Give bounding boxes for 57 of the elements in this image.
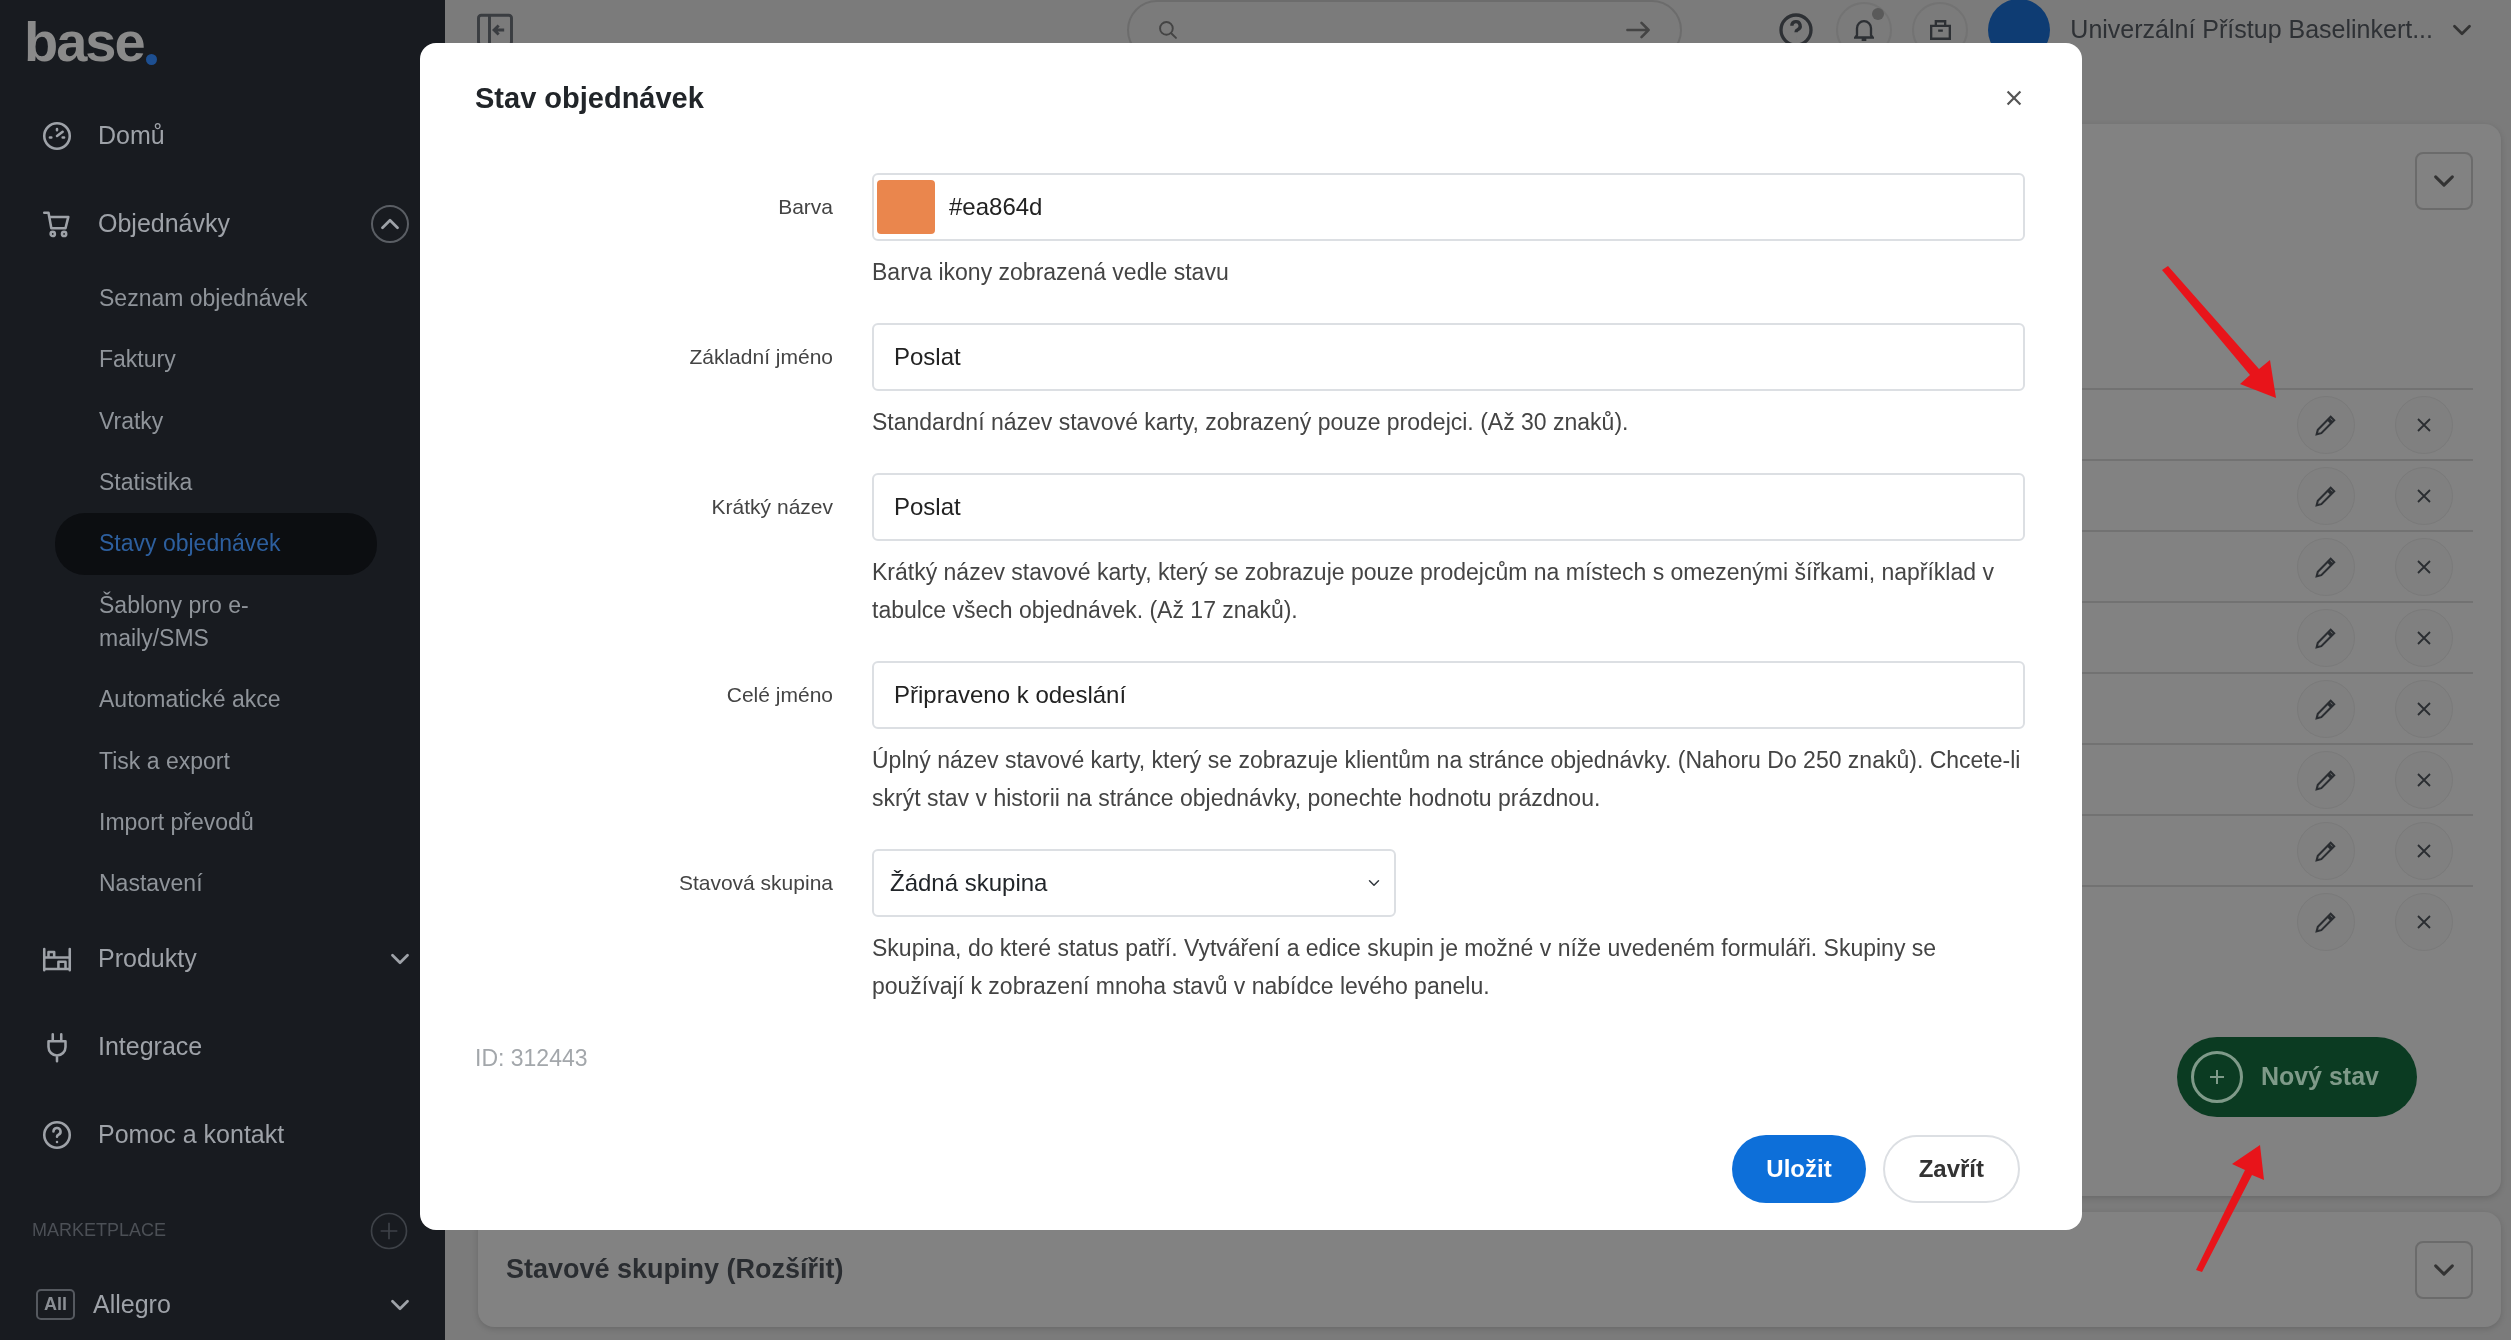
field-label: Základní jméno — [688, 344, 833, 370]
chevron-down-icon — [2434, 175, 2454, 187]
bell-icon — [1854, 19, 1875, 41]
logo-dot-icon — [145, 54, 157, 65]
box-icon — [1929, 20, 1951, 40]
sidebar-subitem[interactable]: Vratky — [55, 390, 377, 453]
help-text: Úplný název stavové karty, který se zobrazuje klientům na stránce objednávky. (Nahoru Do 250 znaků). Chcete-li skrýt stav v historii na stránce objednávky, ponechte hodnotu prázdnou. — [872, 746, 2022, 813]
arrow-right-icon — [1626, 21, 1650, 39]
sidebar-item[interactable]: Produkty — [98, 940, 367, 978]
modal-title: Stav objednávek — [475, 80, 704, 116]
help-text: Krátký název stavové karty, který se zobrazuje pouze prodejcům na místech s omezenými šířkami, například v tabulce všech objednávek. (Až 17 znaků). — [872, 558, 1995, 625]
help-text: Standardní název stavové karty, zobrazený pouze prodejci. (Až 30 znaků). — [872, 408, 1630, 437]
logo[interactable]: base — [24, 14, 144, 70]
plus-icon — [2190, 1051, 2243, 1103]
search-icon — [1159, 21, 1177, 39]
field-label: Celé jméno — [725, 682, 833, 708]
color-field[interactable]: #ea864d — [872, 173, 2025, 241]
color-swatch[interactable] — [877, 180, 935, 234]
chevron-down-icon[interactable] — [391, 1298, 409, 1311]
sidebar-subitem[interactable]: Šablony pro e-maily/SMS — [55, 574, 377, 670]
collapse-button[interactable] — [371, 205, 409, 243]
text-field[interactable]: Poslat — [872, 323, 2025, 391]
sidebar-subitem[interactable]: Automatické akce — [55, 669, 377, 731]
sidebar-subitem[interactable]: Import převodů — [55, 792, 377, 854]
close-button[interactable]: Zavřít — [1882, 1135, 2020, 1203]
sidebar-subitem[interactable]: Statistika — [55, 452, 377, 514]
select-field[interactable]: Žádná skupina — [872, 849, 1396, 917]
field-label: Krátký název — [710, 494, 833, 520]
field-label: Barva — [777, 194, 833, 220]
sidebar-item[interactable]: Domů — [98, 117, 409, 155]
sidebar-item[interactable]: Objednávky — [98, 205, 347, 243]
channel-badge: All — [36, 1289, 75, 1321]
text-field[interactable]: Připraveno k odeslání — [872, 661, 2025, 729]
sidebar-subitem[interactable]: Stavy objednávek — [55, 513, 377, 575]
sidebar-subitem[interactable]: Seznam objednávek — [55, 268, 377, 330]
sidebar-subitem[interactable]: Tisk a export — [55, 730, 377, 793]
sidebar-item[interactable]: Integrace — [98, 1028, 409, 1066]
help-text: Skupina, do které status patří. Vytváření a edice skupin je možné v níže uvedeném formuláři. Skupiny se používají k zobrazení mnoha stavů v nabídce levého panelu. — [872, 934, 1938, 1001]
sidebar-subitem[interactable]: Nastavení — [55, 853, 377, 915]
save-button[interactable]: Uložit — [1732, 1135, 1866, 1203]
chevron-down-icon[interactable] — [391, 952, 409, 965]
sidebar-subitem[interactable]: Faktury — [55, 329, 377, 391]
field-label: Stavová skupina — [677, 870, 833, 896]
chevron-up-icon — [381, 218, 399, 230]
sidebar-item[interactable]: Pomoc a kontakt — [98, 1116, 409, 1154]
section-title: Stavové skupiny (Rozšířit) — [506, 1253, 844, 1287]
sidebar-item[interactable]: Allegro — [93, 1286, 373, 1324]
chevron-down-icon — [2434, 1263, 2454, 1276]
help-text: Barva ikony zobrazená vedle stavu — [872, 258, 1230, 287]
new-status-button[interactable]: Nový stav — [2176, 1037, 2417, 1117]
expand-button[interactable] — [2415, 1240, 2473, 1299]
chevron-down-icon[interactable] — [2453, 24, 2471, 36]
record-id: ID: 312443 — [475, 1044, 589, 1073]
gauge-icon — [40, 119, 74, 153]
text-field[interactable]: Poslat — [872, 473, 2025, 541]
expand-button[interactable] — [2415, 152, 2473, 210]
user-name[interactable]: Univerzální Přístup Baselinkert... — [2070, 11, 2433, 49]
